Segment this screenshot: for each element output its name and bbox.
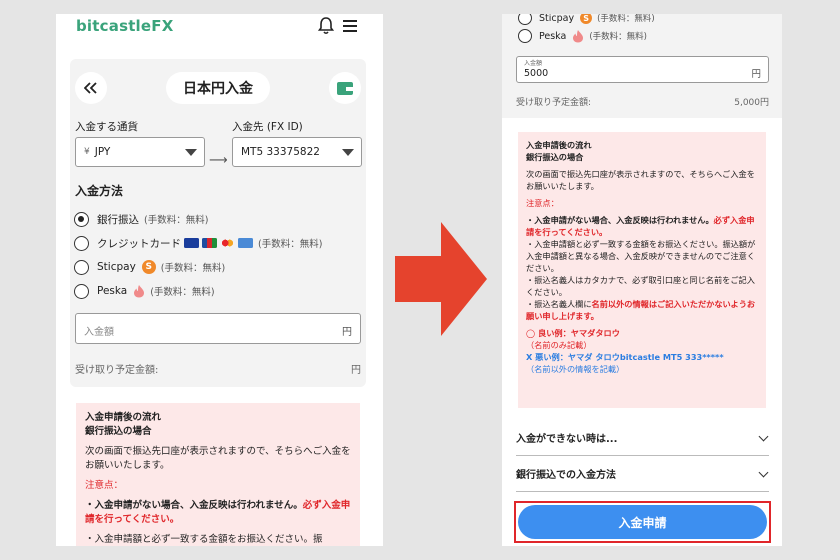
arrow-right-icon: ⟶ xyxy=(209,153,228,168)
amount-placeholder: 入金額 xyxy=(84,327,114,338)
method-label: Sticpay xyxy=(97,261,136,273)
chevron-down-icon xyxy=(342,149,354,156)
bad-example-note: （名前以外の情報を記載） xyxy=(526,364,625,374)
notice-point-1: ・入金申請がない場合、入金反映は行われません。 xyxy=(85,500,303,511)
bell-icon[interactable] xyxy=(318,17,334,35)
good-example: ◯ 良い例：ヤマダタロウ xyxy=(526,328,620,338)
estimate-label: 受け取り予定金額: xyxy=(75,365,159,376)
destination-value: MT5 33375822 xyxy=(241,146,320,158)
hamburger-menu-icon[interactable] xyxy=(343,20,357,32)
amount-floating-label: 入金額 xyxy=(524,60,543,67)
notice-point-3: ・振込名義人はカタカナで、必ず取引口座と同じ名前をご記入ください。 xyxy=(526,275,755,297)
brand-logo[interactable]: bitcastleFX xyxy=(76,17,174,35)
visa-icon xyxy=(184,238,199,248)
method-option-sticpay[interactable]: Sticpay S (手数料：無料) xyxy=(518,14,655,27)
radio[interactable] xyxy=(74,259,89,275)
notice-subheading: 銀行振込の場合 xyxy=(526,152,584,162)
currency-value: JPY xyxy=(94,146,111,158)
bad-example: X 悪い例：ヤマダ タロウbitcastle MT5 333***** xyxy=(526,352,724,362)
method-label: Sticpay xyxy=(539,14,575,24)
method-fee: (手数料：無料) xyxy=(150,287,215,298)
amount-value: 5000 xyxy=(524,68,549,79)
deposit-request-button[interactable]: 入金申請 xyxy=(518,505,767,539)
method-fee: (手数料：無料) xyxy=(589,32,647,42)
estimate-label: 受け取り予定金額: xyxy=(516,98,592,108)
method-option-peska[interactable]: Peska (手数料：無料) xyxy=(74,281,215,301)
method-label: 銀行振込 xyxy=(97,213,139,226)
method-label: Peska xyxy=(539,30,567,42)
app-header: bitcastleFX xyxy=(56,14,383,46)
estimated-amount-row: 受け取り予定金額: 5,000円 xyxy=(516,95,769,108)
back-button[interactable] xyxy=(75,72,107,104)
amount-input[interactable]: 入金額 円 xyxy=(75,313,361,344)
notice-point-2: ・入金申請額と必ず一致する金額をお振込ください。振込額が入金申請額と異なる場合、… xyxy=(526,239,756,273)
accordion-label: 入金ができない時は... xyxy=(516,434,618,445)
notice-heading: 入金申請後の流れ xyxy=(526,140,592,150)
method-label: クレジットカード xyxy=(97,237,181,250)
method-fee: (手数料：無料) xyxy=(144,215,209,226)
estimate-value: 5,000円 xyxy=(734,98,769,108)
notice-point-4: ・振込名義人欄に xyxy=(526,299,592,309)
page-title: 日本円入金 xyxy=(166,72,270,104)
yen-coin-icon: ¥ xyxy=(84,147,90,157)
accordion-label: 銀行振込での入金方法 xyxy=(516,470,616,481)
destination-select[interactable]: MT5 33375822 xyxy=(232,137,362,167)
transition-arrow-icon xyxy=(395,222,487,336)
accordion-bank-transfer-method[interactable]: 銀行振込での入金方法 xyxy=(516,456,769,492)
amex-icon xyxy=(238,238,253,248)
mastercard-icon xyxy=(220,238,235,248)
notice-caution: 注意点： xyxy=(85,480,124,491)
method-heading: 入金方法 xyxy=(75,184,124,198)
method-option-peska[interactable]: Peska (手数料：無料) xyxy=(518,27,647,45)
notice-intro: 次の画面で振込先口座が表示されますので、そちらへご入金をお願いいたします。 xyxy=(526,169,755,191)
submit-highlight-box: 入金申請 xyxy=(514,501,771,543)
notice-intro: 次の画面で振込先口座が表示されますので、そちらへご入金をお願いいたします。 xyxy=(85,446,351,471)
estimate-unit: 円 xyxy=(351,365,361,376)
radio[interactable] xyxy=(518,29,532,43)
sticpay-icon: S xyxy=(141,260,156,274)
method-fee: (手数料：無料) xyxy=(258,239,323,250)
accordion-cannot-deposit[interactable]: 入金ができない時は... xyxy=(516,420,769,456)
wallet-button[interactable] xyxy=(329,72,361,104)
estimated-amount-row: 受け取り予定金額: 円 xyxy=(75,361,361,376)
notice-subheading: 銀行振込の場合 xyxy=(85,426,152,437)
amount-input[interactable]: 入金額 5000 円 xyxy=(516,56,769,83)
radio[interactable] xyxy=(74,283,89,299)
method-option-sticpay[interactable]: Sticpay S (手数料：無料) xyxy=(74,257,225,277)
chevron-down-icon xyxy=(758,431,769,442)
amount-unit: 円 xyxy=(342,327,352,338)
deposit-notice: 入金申請後の流れ 銀行振込の場合 次の画面で振込先口座が表示されますので、そちらへ… xyxy=(518,132,766,408)
method-fee: (手数料：無料) xyxy=(597,14,655,24)
chevron-down-icon xyxy=(758,467,769,478)
method-label: Peska xyxy=(97,285,128,297)
good-example-note: （名前のみ記載） xyxy=(526,340,592,350)
notice-heading: 入金申請後の流れ xyxy=(85,412,162,423)
method-option-credit-card[interactable]: クレジットカード (手数料：無料) xyxy=(74,233,322,253)
amount-unit: 円 xyxy=(751,69,761,80)
notice-point-1: ・入金申請がない場合、入金反映は行われません。 xyxy=(526,215,714,225)
notice-point-2: ・入金申請額と必ず一致する金額をお振込ください。振 xyxy=(85,534,323,545)
method-option-bank[interactable]: 銀行振込 (手数料：無料) xyxy=(74,209,208,229)
method-fee: (手数料：無料) xyxy=(160,263,226,274)
chevron-down-icon xyxy=(185,149,197,156)
currency-label: 入金する通貨 xyxy=(75,121,138,133)
destination-label: 入金先 (FX ID) xyxy=(232,121,303,133)
peska-flame-icon xyxy=(573,30,584,43)
deposit-notice: 入金申請後の流れ 銀行振込の場合 次の画面で振込先口座が表示されますので、そちらへ… xyxy=(76,403,360,546)
radio[interactable] xyxy=(74,235,89,251)
deposit-form-card: 日本円入金 入金する通貨 ¥ JPY ⟶ 入金先 (FX ID) MT5 333… xyxy=(70,59,366,387)
right-screenshot: Sticpay S (手数料：無料) Peska (手数料：無料) 入金額 50… xyxy=(502,14,782,546)
sticpay-icon: S xyxy=(580,14,593,24)
left-screenshot: bitcastleFX 日本円入金 入金する通貨 ¥ JPY ⟶ 入金先 (FX… xyxy=(56,14,383,546)
radio[interactable] xyxy=(518,14,532,25)
currency-select[interactable]: ¥ JPY xyxy=(75,137,205,167)
wallet-icon xyxy=(337,81,353,95)
notice-caution: 注意点： xyxy=(526,198,559,208)
radio-selected[interactable] xyxy=(74,211,89,227)
double-chevron-left-icon xyxy=(84,82,97,94)
jcb-icon xyxy=(202,238,217,248)
peska-flame-icon xyxy=(134,285,145,298)
